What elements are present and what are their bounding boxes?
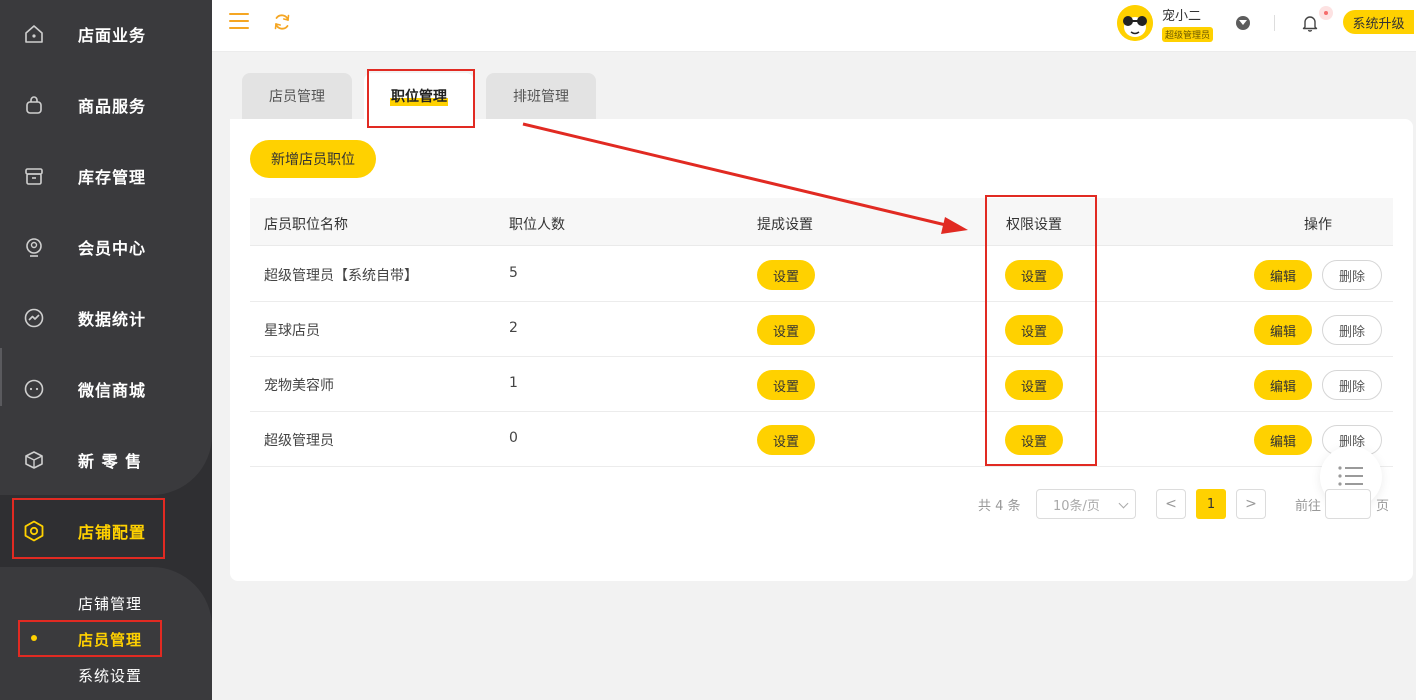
commission-settings-button[interactable]: 设置	[757, 370, 815, 400]
position-name: 星球店员	[264, 323, 320, 339]
top-header: 宠小二 超级管理员 系统升级	[212, 0, 1416, 52]
edit-button[interactable]: 编辑	[1254, 260, 1312, 290]
menu-toggle-icon[interactable]	[229, 13, 249, 29]
table-header: 店员职位名称 职位人数 提成设置 权限设置 操作	[250, 198, 1393, 246]
table-row: 星球店员 2 设置 设置 编辑 删除	[250, 302, 1393, 357]
goto-page-input[interactable]	[1325, 489, 1371, 519]
prev-page-button[interactable]: <	[1156, 489, 1186, 519]
position-name: 宠物美容师	[264, 378, 334, 394]
position-count: 1	[509, 375, 518, 391]
submenu-item-store-management[interactable]: 店铺管理	[78, 593, 142, 614]
page-size-value: 10条/页	[1053, 498, 1100, 514]
column-header-permission: 权限设置	[1006, 217, 1062, 233]
avatar[interactable]	[1117, 5, 1153, 41]
table-row: 超级管理员【系统自带】 5 设置 设置 编辑 删除	[250, 247, 1393, 302]
header-divider	[1274, 15, 1275, 31]
edit-button[interactable]: 编辑	[1254, 370, 1312, 400]
delete-button[interactable]: 删除	[1322, 370, 1382, 400]
sidebar-item-product-service[interactable]: 商品服务	[0, 75, 212, 135]
sidebar-item-label: 新 零 售	[78, 452, 143, 471]
sidebar-item-label: 商品服务	[78, 97, 147, 116]
page-number-current[interactable]: 1	[1196, 489, 1226, 519]
column-header-actions: 操作	[1304, 217, 1332, 233]
goto-label: 前往	[1295, 499, 1322, 514]
delete-button[interactable]: 删除	[1322, 315, 1382, 345]
tab-label: 职位管理	[390, 86, 448, 106]
sidebar-item-label: 微信商城	[78, 381, 147, 400]
sidebar-item-store-business[interactable]: 店面业务	[0, 4, 212, 64]
tab-shift-management[interactable]: 排班管理	[486, 73, 596, 119]
tab-position-management[interactable]: 职位管理	[364, 73, 474, 119]
permission-settings-button[interactable]: 设置	[1005, 260, 1063, 290]
notification-dot	[1319, 6, 1333, 20]
user-icon	[22, 235, 46, 259]
edit-button[interactable]: 编辑	[1254, 425, 1312, 455]
settings-icon	[22, 519, 46, 543]
position-count: 2	[509, 320, 518, 336]
pagination-total: 共 4 条	[978, 499, 1021, 514]
sidebar-item-label: 会员中心	[78, 239, 147, 258]
sidebar-item-label: 数据统计	[78, 310, 147, 329]
sidebar-item-label: 库存管理	[78, 168, 147, 187]
chat-icon	[22, 377, 46, 401]
add-position-button[interactable]: 新增店员职位	[250, 140, 376, 178]
tab-staff-management[interactable]: 店员管理	[242, 73, 352, 119]
column-header-commission: 提成设置	[757, 217, 813, 233]
sidebar-item-label: 店铺配置	[78, 523, 147, 542]
commission-settings-button[interactable]: 设置	[757, 315, 815, 345]
system-upgrade-button[interactable]: 系统升级	[1343, 10, 1414, 34]
position-count: 0	[509, 430, 518, 446]
next-page-button[interactable]: >	[1236, 489, 1266, 519]
box-icon	[22, 164, 46, 188]
user-role-badge: 超级管理员	[1162, 27, 1214, 42]
commission-settings-button[interactable]: 设置	[757, 425, 815, 455]
sidebar-item-new-retail[interactable]: 新 零 售	[0, 430, 212, 490]
chart-icon	[22, 306, 46, 330]
chevron-down-icon	[1118, 498, 1129, 509]
position-name: 超级管理员	[264, 433, 334, 449]
edit-button[interactable]: 编辑	[1254, 315, 1312, 345]
sidebar-item-label: 店面业务	[78, 26, 147, 45]
page-size-select[interactable]: 10条/页	[1036, 489, 1136, 519]
refresh-icon[interactable]	[272, 12, 292, 32]
active-dot-icon	[31, 635, 37, 641]
sidebar-item-wechat-mall[interactable]: 微信商城	[0, 359, 212, 419]
submenu-item-system-settings[interactable]: 系统设置	[78, 665, 142, 686]
goto-unit-label: 页	[1376, 499, 1390, 514]
column-header-count: 职位人数	[509, 217, 565, 233]
sidebar-item-statistics[interactable]: 数据统计	[0, 288, 212, 348]
bag-icon	[22, 93, 46, 117]
position-name: 超级管理员【系统自带】	[264, 268, 418, 284]
sidebar: 店面业务 商品服务 库存管理 会员中心 数据统计 微信商城 新 零 售 店铺配置…	[0, 0, 212, 700]
tab-label: 店员管理	[269, 89, 325, 105]
chevron-down-icon[interactable]	[1236, 16, 1250, 30]
user-name: 宠小二	[1162, 9, 1202, 24]
table-row: 宠物美容师 1 设置 设置 编辑 删除	[250, 357, 1393, 412]
home-icon	[22, 22, 46, 46]
sidebar-item-member-center[interactable]: 会员中心	[0, 217, 212, 277]
sidebar-item-inventory[interactable]: 库存管理	[0, 146, 212, 206]
tab-label: 排班管理	[513, 89, 569, 105]
sidebar-item-store-config[interactable]: 店铺配置	[0, 501, 212, 561]
column-header-name: 店员职位名称	[264, 217, 348, 233]
bell-icon[interactable]	[1302, 14, 1318, 32]
permission-settings-button[interactable]: 设置	[1005, 425, 1063, 455]
commission-settings-button[interactable]: 设置	[757, 260, 815, 290]
permission-settings-button[interactable]: 设置	[1005, 370, 1063, 400]
permission-settings-button[interactable]: 设置	[1005, 315, 1063, 345]
table-row: 超级管理员 0 设置 设置 编辑 删除	[250, 412, 1393, 467]
position-count: 5	[509, 265, 518, 281]
submenu-item-staff-management[interactable]: 店员管理	[78, 629, 142, 650]
delete-button[interactable]: 删除	[1322, 260, 1382, 290]
cube-icon	[22, 448, 46, 472]
